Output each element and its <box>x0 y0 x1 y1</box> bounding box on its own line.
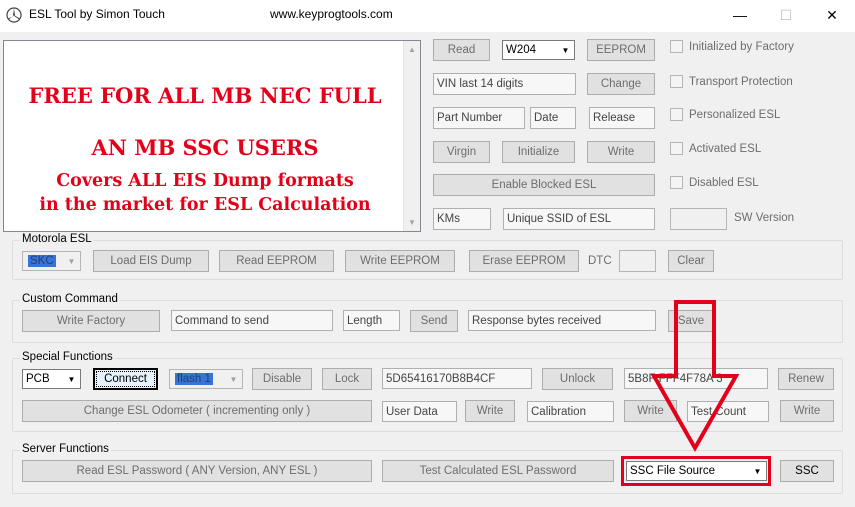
response-field[interactable]: Response bytes received <box>468 310 656 331</box>
send-button[interactable]: Send <box>410 310 458 332</box>
motorola-esl-title: Motorola ESL <box>20 233 94 245</box>
test-password-button[interactable]: Test Calculated ESL Password <box>382 460 614 482</box>
load-eis-dump-button[interactable]: Load EIS Dump <box>93 250 209 272</box>
chevron-down-icon[interactable]: ▼ <box>557 41 574 59</box>
server-functions-title: Server Functions <box>20 443 111 455</box>
activated-esl-check: Activated ESL <box>670 142 761 155</box>
write-button[interactable]: Write <box>587 141 655 163</box>
write-factory-button[interactable]: Write Factory <box>22 310 160 332</box>
renew-button[interactable]: Renew <box>778 368 834 390</box>
read-button[interactable]: Read <box>433 39 490 61</box>
read-esl-password-button[interactable]: Read ESL Password ( ANY Version, ANY ESL… <box>22 460 372 482</box>
clear-button[interactable]: Clear <box>668 250 714 272</box>
dtc-field[interactable] <box>619 250 656 272</box>
banner-line-1: FREE FOR ALL MB NEC FULL <box>28 83 382 108</box>
chevron-down-icon[interactable]: ▼ <box>63 252 80 270</box>
model-select-value: W204 <box>506 44 537 56</box>
date-field[interactable]: Date <box>530 107 576 129</box>
custom-command-title: Custom Command <box>20 293 120 305</box>
port-select-value: PCB <box>26 373 50 385</box>
write-calibration-button[interactable]: Write <box>624 400 677 422</box>
banner-line-4: in the market for ESL Calculation <box>39 195 371 215</box>
write-user-data-button[interactable]: Write <box>465 400 515 422</box>
banner-line-3: Covers ALL EIS Dump formats <box>56 171 354 191</box>
banner-scrollbar[interactable]: ▲ ▼ <box>403 41 420 231</box>
ssc-button[interactable]: SSC <box>780 460 834 482</box>
mercedes-star-icon <box>6 7 22 23</box>
dtc-label: DTC <box>588 255 612 267</box>
enable-blocked-esl-button[interactable]: Enable Blocked ESL <box>433 174 655 196</box>
write-test-count-button[interactable]: Write <box>780 400 834 422</box>
sw-version-field[interactable] <box>670 208 727 230</box>
save-button[interactable]: Save <box>668 310 714 332</box>
banner-line-2: AN MB SSC USERS <box>91 135 319 160</box>
ssc-source-value: SSC File Source <box>630 465 716 477</box>
checkbox-icon <box>670 108 683 121</box>
sw-version-label: SW Version <box>734 212 795 224</box>
key-field-1[interactable]: 5D65416170B8B4CF <box>382 368 532 389</box>
motorola-type-select[interactable]: SKC ▼ <box>22 251 81 271</box>
test-count-field[interactable]: Test Count <box>687 401 769 422</box>
chevron-down-icon[interactable]: ▼ <box>63 370 80 388</box>
initialized-by-factory-check: Initialized by Factory <box>670 40 794 53</box>
model-select[interactable]: W204 ▼ <box>502 40 575 60</box>
part-number-field[interactable]: Part Number <box>433 107 525 129</box>
change-button[interactable]: Change <box>587 73 655 95</box>
flash-select[interactable]: flash 1 ▼ <box>169 369 243 389</box>
unlock-button[interactable]: Unlock <box>542 368 613 390</box>
chevron-down-icon[interactable]: ▼ <box>749 462 766 480</box>
read-eeprom-button[interactable]: Read EEPROM <box>219 250 334 272</box>
key-field-2[interactable]: 5B8F FFF4F78A 3 <box>624 368 768 389</box>
connect-button[interactable]: Connect <box>93 368 158 390</box>
checkbox-icon <box>670 75 683 88</box>
write-eeprom-button[interactable]: Write EEPROM <box>345 250 455 272</box>
length-field[interactable]: Length <box>343 310 400 331</box>
kms-field[interactable]: KMs <box>433 208 491 230</box>
window-title: ESL Tool by Simon Touch <box>29 7 165 21</box>
release-field[interactable]: Release <box>589 107 655 129</box>
checkbox-icon <box>670 176 683 189</box>
chevron-down-icon[interactable]: ▼ <box>225 370 242 388</box>
port-select[interactable]: PCB ▼ <box>22 369 81 389</box>
motorola-type-value: SKC <box>28 255 56 267</box>
personalized-esl-check: Personalized ESL <box>670 108 780 121</box>
maximize-button[interactable]: ☐ <box>763 0 809 30</box>
vin-field[interactable]: VIN last 14 digits <box>433 73 576 95</box>
disable-button[interactable]: Disable <box>252 368 312 390</box>
transport-protection-check: Transport Protection <box>670 75 793 88</box>
eeprom-button[interactable]: EEPROM <box>587 39 655 61</box>
command-field[interactable]: Command to send <box>171 310 333 331</box>
window-url: www.keyprogtools.com <box>270 7 393 21</box>
scroll-down-icon[interactable]: ▼ <box>404 214 420 231</box>
ssid-field[interactable]: Unique SSID of ESL <box>503 208 655 230</box>
disabled-esl-check: Disabled ESL <box>670 176 759 189</box>
minimize-button[interactable]: — <box>717 0 763 30</box>
checkbox-icon <box>670 40 683 53</box>
lock-button[interactable]: Lock <box>322 368 372 390</box>
initialize-button[interactable]: Initialize <box>502 141 575 163</box>
change-odometer-button[interactable]: Change ESL Odometer ( incrementing only … <box>22 400 372 422</box>
calibration-field[interactable]: Calibration <box>527 401 614 422</box>
ssc-source-select[interactable]: SSC File Source ▼ <box>626 461 767 481</box>
scroll-up-icon[interactable]: ▲ <box>404 41 420 58</box>
close-button[interactable]: ✕ <box>809 0 855 30</box>
special-functions-title: Special Functions <box>20 351 115 363</box>
banner-text-area[interactable]: FREE FOR ALL MB NEC FULL AN MB SSC USERS… <box>3 40 421 232</box>
erase-eeprom-button[interactable]: Erase EEPROM <box>469 250 579 272</box>
flash-select-value: flash 1 <box>175 373 213 385</box>
checkbox-icon <box>670 142 683 155</box>
virgin-button[interactable]: Virgin <box>433 141 490 163</box>
user-data-field[interactable]: User Data <box>382 401 457 422</box>
